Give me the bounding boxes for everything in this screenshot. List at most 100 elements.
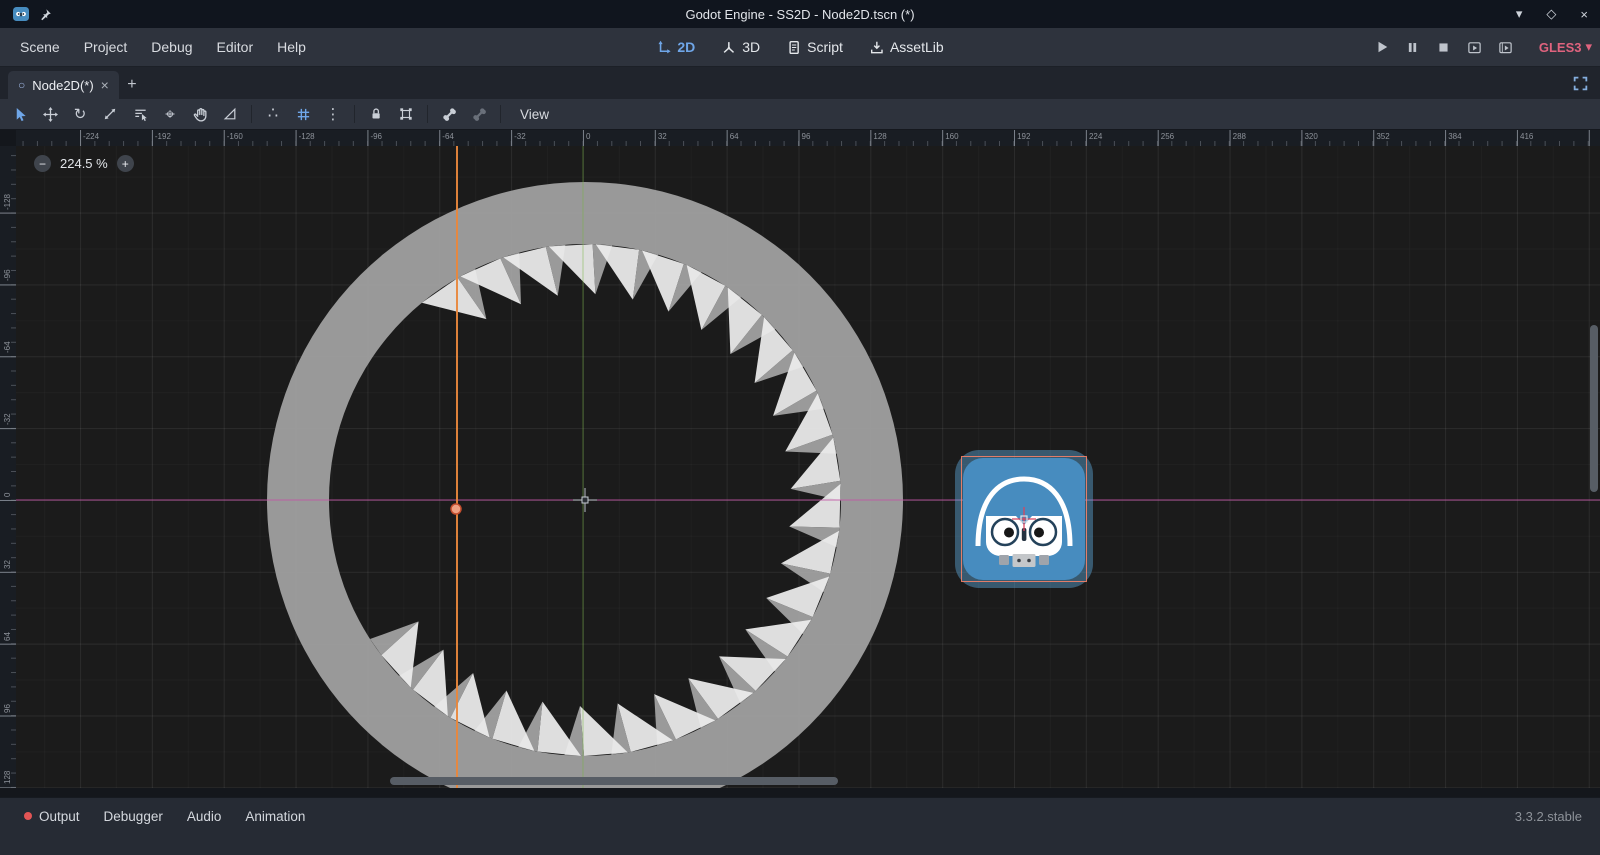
- pivot-tool-button[interactable]: ⌖: [156, 101, 184, 127]
- workspace-assetlib-label: AssetLib: [890, 39, 944, 55]
- scene-render: [16, 146, 1600, 788]
- workspace-3d-label: 3D: [742, 39, 760, 55]
- node2d-icon: ○: [18, 79, 25, 91]
- ruler-top-label: 32: [658, 132, 667, 141]
- play-custom-scene-button[interactable]: [1498, 39, 1514, 55]
- output-panel-label: Output: [39, 809, 80, 824]
- pivot-icon: ⌖: [165, 106, 175, 123]
- ruler-top-label: 128: [873, 132, 886, 141]
- menu-debug[interactable]: Debug: [139, 34, 204, 60]
- scene-tab-bar: ○ Node2D(*) × +: [0, 67, 1600, 99]
- ruler-top[interactable]: -224-192-160-128-96-64-32032649612816019…: [16, 130, 1600, 146]
- ruler-top-label: 256: [1161, 132, 1174, 141]
- view-menu-button[interactable]: View: [508, 103, 561, 126]
- ruler-top-label: 192: [1017, 132, 1030, 141]
- new-scene-tab-button[interactable]: +: [119, 71, 145, 99]
- ruler-top-label: -64: [442, 132, 454, 141]
- ruler-left-label: -32: [3, 414, 12, 426]
- ruler-left[interactable]: -128-96-64-320326496128: [0, 146, 16, 788]
- pause-button[interactable]: [1405, 39, 1421, 55]
- tab-close-icon[interactable]: ×: [101, 78, 109, 92]
- scale-tool-button[interactable]: [96, 101, 124, 127]
- window-title: Godot Engine - SS2D - Node2D.tscn (*): [0, 7, 1600, 22]
- godot-logo-icon: [12, 5, 30, 23]
- menu-project[interactable]: Project: [72, 34, 140, 60]
- animation-panel-button[interactable]: Animation: [233, 803, 317, 829]
- version-label: 3.3.2.stable: [1515, 803, 1588, 829]
- output-panel-button[interactable]: Output: [12, 803, 92, 829]
- vertical-scrollbar[interactable]: [1590, 325, 1598, 492]
- audio-panel-button[interactable]: Audio: [175, 803, 234, 829]
- sprite-godot-logo[interactable]: [955, 450, 1093, 588]
- rotate-tool-button[interactable]: ↻: [66, 101, 94, 127]
- menu-scene[interactable]: Scene: [8, 34, 72, 60]
- ruler-top-label: 320: [1304, 132, 1317, 141]
- list-select-button[interactable]: [126, 101, 154, 127]
- debugger-panel-button[interactable]: Debugger: [92, 803, 175, 829]
- window-close-icon[interactable]: ×: [1580, 7, 1588, 22]
- scene-tab-node2d[interactable]: ○ Node2D(*) ×: [8, 71, 119, 99]
- horizontal-scrollbar[interactable]: [390, 777, 838, 785]
- renderer-dropdown[interactable]: GLES3 ▾: [1539, 39, 1592, 55]
- stop-button[interactable]: [1436, 39, 1452, 55]
- ruler-top-label: -96: [370, 132, 382, 141]
- group-object-button[interactable]: [392, 101, 420, 127]
- ruler-left-label: 0: [3, 493, 12, 497]
- ruler-top-label: 288: [1233, 132, 1246, 141]
- ruler-left-label: 96: [3, 704, 12, 713]
- ruler-top-label: 96: [802, 132, 811, 141]
- audio-panel-label: Audio: [187, 809, 222, 824]
- workspace-assetlib-button[interactable]: AssetLib: [869, 39, 944, 55]
- ruler-corner: [0, 130, 16, 146]
- lock-object-button[interactable]: [362, 101, 390, 127]
- vertical-dots-icon: ⋮: [326, 107, 341, 122]
- toolbar-separator: [251, 105, 252, 123]
- viewport-footer-divider: [0, 788, 1600, 797]
- smart-snap-icon: ∴: [268, 106, 278, 122]
- workspace-script-button[interactable]: Script: [786, 39, 843, 55]
- ruler-left-label: -96: [3, 270, 12, 282]
- ruler-tool-button[interactable]: [216, 101, 244, 127]
- pan-tool-button[interactable]: [186, 101, 214, 127]
- grid-snap-button[interactable]: [289, 101, 317, 127]
- workspace-3d-button[interactable]: 3D: [721, 39, 760, 55]
- skeleton-options-button[interactable]: [465, 101, 493, 127]
- ruler-left-label: -128: [3, 194, 12, 210]
- bone-button[interactable]: [435, 101, 463, 127]
- canvas-2d[interactable]: − 224.5 % +: [16, 146, 1600, 788]
- 3d-axes-icon: [721, 40, 736, 55]
- workspace-2d-label: 2D: [677, 39, 695, 55]
- window-maximize-icon[interactable]: ◇: [1546, 6, 1556, 22]
- select-tool-button[interactable]: [6, 101, 34, 127]
- play-button[interactable]: [1374, 39, 1390, 55]
- ruler-top-label: 0: [586, 132, 590, 141]
- zoom-in-button[interactable]: +: [117, 155, 134, 172]
- window-shade-icon[interactable]: ▾: [1516, 6, 1523, 22]
- canvas-viewport: -224-192-160-128-96-64-32032649612816019…: [0, 130, 1600, 788]
- animation-panel-label: Animation: [245, 809, 305, 824]
- toolbar-separator: [354, 105, 355, 123]
- smart-snap-button[interactable]: ∴: [259, 101, 287, 127]
- zoom-widget: − 224.5 % +: [34, 155, 134, 172]
- ruler-top-label: 384: [1448, 132, 1461, 141]
- menu-editor[interactable]: Editor: [205, 34, 266, 60]
- workspace-2d-button[interactable]: 2D: [656, 39, 695, 55]
- menu-help[interactable]: Help: [265, 34, 318, 60]
- distraction-free-icon[interactable]: [1570, 73, 1590, 93]
- debugger-panel-label: Debugger: [104, 809, 163, 824]
- title-bar: Godot Engine - SS2D - Node2D.tscn (*) ▾ …: [0, 0, 1600, 28]
- scene-tab-label: Node2D(*): [32, 78, 93, 93]
- toolbar-separator: [427, 105, 428, 123]
- snap-options-menu-button[interactable]: ⋮: [319, 101, 347, 127]
- 2d-axes-icon: [656, 40, 671, 55]
- move-tool-button[interactable]: [36, 101, 64, 127]
- play-scene-button[interactable]: [1467, 39, 1483, 55]
- ruler-top-label: -128: [299, 132, 315, 141]
- rotate-icon: ↻: [74, 107, 87, 122]
- ruler-left-label: 128: [3, 771, 12, 784]
- pin-icon[interactable]: [39, 8, 52, 21]
- toolbar-separator: [500, 105, 501, 123]
- point-handle[interactable]: [451, 504, 461, 514]
- zoom-level[interactable]: 224.5 %: [60, 156, 108, 171]
- zoom-out-button[interactable]: −: [34, 155, 51, 172]
